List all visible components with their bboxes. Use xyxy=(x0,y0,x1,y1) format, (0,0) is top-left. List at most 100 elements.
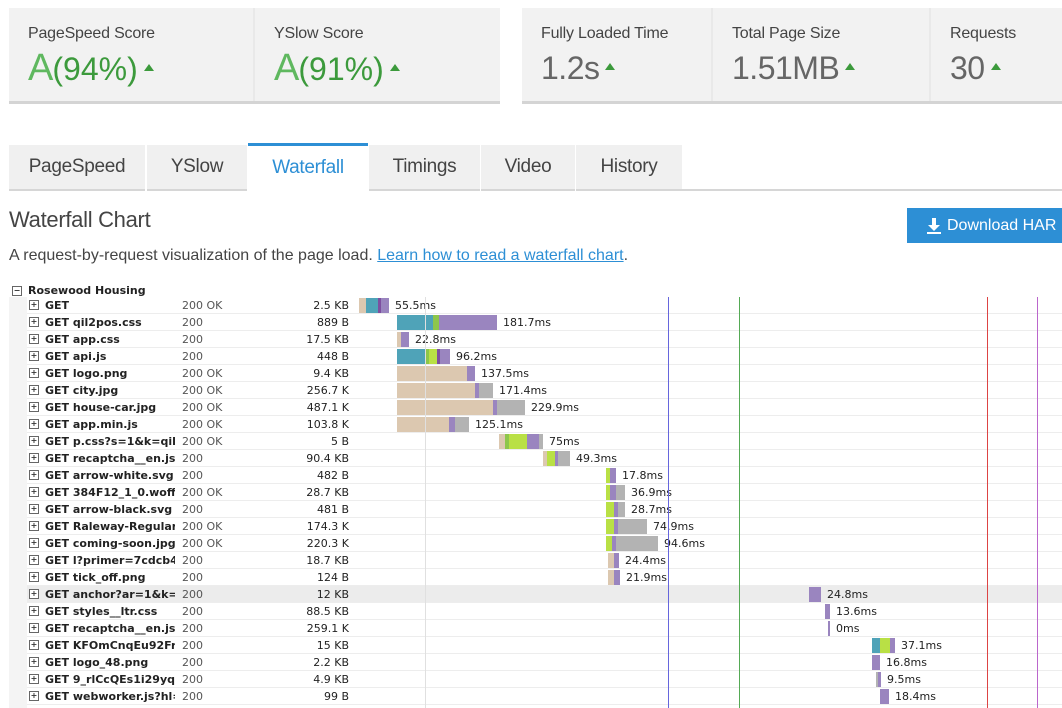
expand-icon[interactable]: + xyxy=(29,606,39,616)
table-row[interactable]: + GET p.css?s=1&k=qil2p 200 OK 5 B 75ms xyxy=(9,433,1062,450)
timing-bar-wait[interactable] xyxy=(527,434,539,449)
timing-bar-receive[interactable] xyxy=(616,536,658,551)
request-url[interactable]: GET arrow-white.svg xyxy=(45,469,175,482)
table-row[interactable]: + GET qil2pos.css 200 889 B 181.7ms xyxy=(9,314,1062,331)
request-url[interactable]: GET 384F12_1_0.woff2 xyxy=(45,486,175,499)
timing-bar-receive[interactable] xyxy=(616,485,625,500)
request-url[interactable]: GET house-car.jpg xyxy=(45,401,175,414)
request-url[interactable]: GET tick_off.png xyxy=(45,571,175,584)
timing-bar-receive[interactable] xyxy=(497,400,525,415)
tab-history[interactable]: History xyxy=(576,145,682,191)
table-row[interactable]: + GET api.js 200 448 B 96.2ms xyxy=(9,348,1062,365)
timing-bar-ssl[interactable] xyxy=(509,434,527,449)
timing-bar-ssl[interactable] xyxy=(606,519,614,534)
timing-bar-wait[interactable] xyxy=(872,655,880,670)
expand-icon[interactable]: + xyxy=(29,436,39,446)
table-row[interactable]: + GET 384F12_1_0.woff2 200 OK 28.7 KB 36.9ms xyxy=(9,484,1062,501)
expand-icon[interactable]: + xyxy=(29,504,39,514)
request-url[interactable]: GET webworker.js?hl= xyxy=(45,690,175,703)
request-url[interactable]: GET arrow-black.svg xyxy=(45,503,175,516)
request-url[interactable]: GET logo_48.png xyxy=(45,656,175,669)
expand-icon[interactable]: + xyxy=(29,419,39,429)
timing-bar-blocking[interactable] xyxy=(397,417,449,432)
timing-bar-receive[interactable] xyxy=(479,383,493,398)
collapse-icon[interactable]: − xyxy=(12,285,22,296)
request-url[interactable]: GET recaptcha__en.js xyxy=(45,622,175,635)
request-url[interactable]: GET api.js xyxy=(45,350,175,363)
timing-bar-wait[interactable] xyxy=(614,553,619,568)
tab-pagespeed[interactable]: PageSpeed xyxy=(9,145,145,191)
timing-bar-receive[interactable] xyxy=(558,451,570,466)
timing-bar-dns[interactable] xyxy=(366,298,378,313)
timing-bar-blocking[interactable] xyxy=(397,366,467,381)
request-url[interactable]: GET xyxy=(45,299,175,312)
request-url[interactable]: GET app.min.js xyxy=(45,418,175,431)
tab-waterfall[interactable]: Waterfall xyxy=(248,143,368,190)
request-url[interactable]: GET app.css xyxy=(45,333,175,346)
expand-icon[interactable]: + xyxy=(29,657,39,667)
timing-bar-receive[interactable] xyxy=(618,519,647,534)
table-row[interactable]: + GET house-car.jpg 200 OK 487.1 K 229.9ms xyxy=(9,399,1062,416)
timing-bar-ssl[interactable] xyxy=(429,349,437,364)
request-url[interactable]: GET styles__ltr.css xyxy=(45,605,175,618)
timing-bar-blocking[interactable] xyxy=(359,298,366,313)
request-url[interactable]: GET city.jpg xyxy=(45,384,175,397)
request-url[interactable]: GET 9_rlCcQEs1i29yq2 xyxy=(45,673,175,686)
timing-bar-wait[interactable] xyxy=(467,366,475,381)
timing-bar-receive[interactable] xyxy=(618,502,625,517)
table-row[interactable]: + GET 200 OK 2.5 KB 55.5ms xyxy=(9,297,1062,314)
table-row[interactable]: + GET Raleway-Regular.t 200 OK 174.3 K 74.9m… xyxy=(9,518,1062,535)
timing-bar-dns[interactable] xyxy=(872,638,880,653)
timing-bar-wait[interactable] xyxy=(878,672,881,687)
table-row[interactable]: + GET tick_off.png 200 124 B 21.9ms xyxy=(9,569,1062,586)
table-row[interactable]: + GET app.css 200 17.5 KB 22.8ms xyxy=(9,331,1062,348)
timing-bar-ssl[interactable] xyxy=(606,502,614,517)
request-url[interactable]: GET p.css?s=1&k=qil2p xyxy=(45,435,175,448)
expand-icon[interactable]: + xyxy=(29,640,39,650)
request-url[interactable]: GET KFOmCnqEu92Fr1 xyxy=(45,639,175,652)
expand-icon[interactable]: + xyxy=(29,555,39,565)
timing-bar-ssl[interactable] xyxy=(547,451,555,466)
timing-bar-dns[interactable] xyxy=(397,315,433,330)
expand-icon[interactable]: + xyxy=(29,674,39,684)
timing-bar-receive[interactable] xyxy=(539,434,543,449)
expand-icon[interactable]: + xyxy=(29,470,39,480)
tab-yslow[interactable]: YSlow xyxy=(147,145,247,191)
timing-bar-ssl[interactable] xyxy=(880,638,890,653)
expand-icon[interactable]: + xyxy=(29,538,39,548)
table-row[interactable]: + GET styles__ltr.css 200 88.5 KB 13.6ms xyxy=(9,603,1062,620)
download-har-button[interactable]: Download HAR F xyxy=(907,208,1062,243)
tab-timings[interactable]: Timings xyxy=(369,145,480,191)
tab-video[interactable]: Video xyxy=(481,145,575,191)
table-row[interactable]: + GET arrow-black.svg 200 481 B 28.7ms xyxy=(9,501,1062,518)
expand-icon[interactable]: + xyxy=(29,623,39,633)
timing-bar-wait[interactable] xyxy=(440,349,450,364)
expand-icon[interactable]: + xyxy=(29,334,39,344)
request-url[interactable]: GET l?primer=7cdcb44 xyxy=(45,554,175,567)
timing-bar-wait[interactable] xyxy=(809,587,821,602)
timing-bar-wait[interactable] xyxy=(825,604,830,619)
table-row[interactable]: + GET logo.png 200 OK 9.4 KB 137.5ms xyxy=(9,365,1062,382)
timing-bar-wait[interactable] xyxy=(880,689,889,704)
timing-bar-wait[interactable] xyxy=(439,315,497,330)
expand-icon[interactable]: + xyxy=(29,453,39,463)
table-row[interactable]: + GET coming-soon.jpg 200 OK 220.3 K 94.6ms xyxy=(9,535,1062,552)
expand-icon[interactable]: + xyxy=(29,572,39,582)
request-url[interactable]: GET recaptcha__en.js xyxy=(45,452,175,465)
timing-bar-blocking[interactable] xyxy=(397,383,475,398)
expand-icon[interactable]: + xyxy=(29,368,39,378)
table-row[interactable]: + GET l?primer=7cdcb44 200 18.7 KB 24.4ms xyxy=(9,552,1062,569)
table-row[interactable]: + GET city.jpg 200 OK 256.7 K 171.4ms xyxy=(9,382,1062,399)
timing-bar-wait[interactable] xyxy=(610,468,616,483)
expand-icon[interactable]: + xyxy=(29,691,39,701)
learn-waterfall-link[interactable]: Learn how to read a waterfall chart xyxy=(377,247,623,264)
expand-icon[interactable]: + xyxy=(29,521,39,531)
expand-icon[interactable]: + xyxy=(29,589,39,599)
expand-icon[interactable]: + xyxy=(29,317,39,327)
request-url[interactable]: GET qil2pos.css xyxy=(45,316,175,329)
timing-bar-wait[interactable] xyxy=(890,638,895,653)
table-row[interactable]: + GET arrow-white.svg 200 482 B 17.8ms xyxy=(9,467,1062,484)
table-row[interactable]: + GET recaptcha__en.js 200 90.4 KB 49.3ms xyxy=(9,450,1062,467)
request-url[interactable]: GET logo.png xyxy=(45,367,175,380)
table-row[interactable]: + GET recaptcha__en.js 200 259.1 K 0ms xyxy=(9,620,1062,637)
